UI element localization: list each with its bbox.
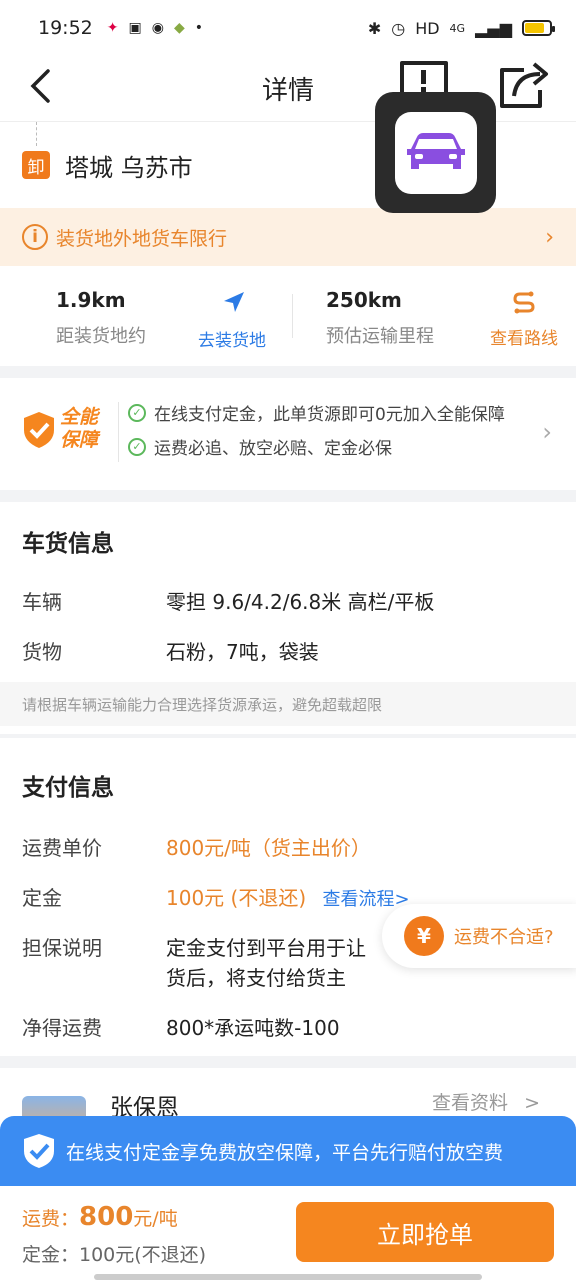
divider — [118, 402, 119, 462]
guarantee-line-text: 运费必追、放空必赔、定金必保 — [154, 439, 392, 459]
deposit-label: 定金 — [22, 886, 62, 910]
floating-car-widget[interactable] — [375, 92, 496, 213]
net-fee-label: 净得运费 — [22, 1016, 102, 1040]
app-notification-icon: ✦ — [106, 20, 119, 36]
guarantee-desc-line2: 货后，将支付给货主 — [166, 966, 346, 990]
guarantee-line: ✓ 在线支付定金，此单货源即可0元加入全能保障 — [128, 400, 505, 425]
more-dot-icon: • — [194, 20, 203, 36]
freight-price-prefix: 运费： — [22, 1208, 80, 1230]
goods-value: 石粉，7吨，袋装 — [166, 640, 319, 664]
freight-price-unit: 元/吨 — [133, 1208, 178, 1230]
banner-text: 在线支付定金享免费放空保障，平台先行赔付放空费 — [66, 1141, 504, 1164]
signal-icon: ▂▄▆ — [475, 18, 512, 38]
status-bar: 19:52 ✦ ▣ ◉ ◆ • ✱ ◷ HD 4G ▂▄▆ — [0, 0, 576, 56]
bottom-action-bar: 运费：800元/吨 定金：100元(不退还) 立即抢单 — [0, 1186, 576, 1280]
shield-check-icon — [24, 1134, 54, 1168]
bluetooth-icon: ✱ — [367, 18, 382, 38]
view-profile-text: 查看资料 — [432, 1092, 509, 1114]
go-loading-link[interactable]: 去装货地 — [198, 326, 266, 351]
route-connector — [36, 122, 37, 146]
status-time: 19:52 — [38, 17, 93, 39]
net-fee-value: 800*承运吨数-100 — [166, 1016, 340, 1040]
notice-text: 装货地外地货车限行 — [56, 227, 228, 250]
cargo-tip: 请根据车辆运输能力合理选择货源承运，避免超载超限 — [0, 682, 576, 726]
chevron-right-icon: › — [545, 224, 554, 250]
guarantee-badge-line2: 保障 — [60, 429, 99, 451]
fee-negotiate-button[interactable]: ¥ 运费不合适? — [382, 904, 576, 968]
goods-label: 货物 — [22, 640, 62, 664]
info-icon: i — [22, 224, 48, 250]
yuan-coin-icon: ¥ — [404, 916, 444, 956]
notification-icons: ✦ ▣ ◉ ◆ • — [107, 20, 203, 36]
share-icon — [500, 62, 548, 108]
fee-negotiate-text: 运费不合适? — [454, 927, 554, 948]
check-icon: ✓ — [128, 403, 146, 422]
section-title: 支付信息 — [22, 775, 114, 801]
unit-price-label: 运费单价 — [22, 836, 102, 860]
restriction-notice[interactable]: i 装货地外地货车限行 › — [0, 208, 576, 266]
guarantee-desc-label: 担保说明 — [22, 936, 102, 960]
route-icon[interactable] — [512, 290, 536, 314]
signal-label: 4G — [449, 21, 466, 35]
cargo-info-section: 车货信息 车辆 零担 9.6/4.2/6.8米 高栏/平板 货物 石粉，7吨，袋… — [0, 502, 576, 734]
distance-panel: 1.9km 距装货地约 去装货地 250km 预估运输里程 查看路线 — [0, 266, 576, 366]
deposit-summary: 定金：100元(不退还) — [22, 1244, 207, 1266]
bus-icon: ▣ — [128, 20, 142, 36]
view-route-link[interactable]: 查看路线 — [490, 324, 558, 349]
route-distance-value: 250km — [326, 288, 402, 312]
chevron-right-icon: › — [542, 418, 552, 446]
chevron-right-icon: > — [524, 1092, 540, 1114]
guarantee-panel[interactable]: 全能 保障 ✓ 在线支付定金，此单货源即可0元加入全能保障 ✓ 运费必追、放空必… — [0, 378, 576, 490]
loading-distance-label: 距装货地约 — [56, 326, 146, 347]
back-button[interactable] — [20, 66, 60, 106]
guarantee-line: ✓ 运费必追、放空必赔、定金必保 — [128, 434, 392, 459]
shield-check-icon — [24, 412, 54, 448]
home-indicator[interactable] — [94, 1274, 482, 1280]
view-profile-link[interactable]: 查看资料 > — [432, 1088, 540, 1115]
battery-icon — [522, 20, 555, 36]
view-process-link[interactable]: 查看流程> — [323, 889, 410, 910]
network-label: HD — [415, 18, 440, 38]
shopping-icon: ◆ — [173, 20, 185, 36]
guarantee-badge-text: 全能 保障 — [60, 406, 98, 452]
grab-order-button[interactable]: 立即抢单 — [296, 1202, 554, 1262]
deposit-value: 100元 (不退还) — [166, 886, 307, 910]
share-button[interactable] — [496, 58, 552, 110]
unload-location: 塔城 乌苏市 — [65, 153, 193, 182]
freight-price-value: 800 — [79, 1202, 134, 1232]
guarantee-desc-line1: 定金支付到平台用于让 — [166, 936, 366, 960]
unload-badge: 卸 — [22, 151, 50, 179]
vehicle-label: 车辆 — [22, 590, 62, 614]
section-title: 车货信息 — [22, 531, 114, 557]
route-distance-label: 预估运输里程 — [326, 326, 434, 347]
guarantee-badge-line1: 全能 — [60, 406, 99, 428]
wechat-icon: ◉ — [151, 20, 164, 36]
car-icon — [406, 132, 465, 169]
alarm-icon: ◷ — [391, 18, 406, 38]
divider — [292, 294, 293, 338]
freight-price: 运费：800元/吨 — [22, 1202, 178, 1232]
guarantee-line-text: 在线支付定金，此单货源即可0元加入全能保障 — [154, 405, 505, 425]
check-icon: ✓ — [128, 437, 146, 456]
unit-price-value: 800元/吨（货主出价） — [166, 836, 371, 860]
payment-info-section: 支付信息 运费单价 800元/吨（货主出价） 定金 100元 (不退还) 查看流… — [0, 738, 576, 1056]
guarantee-banner[interactable]: 在线支付定金享免费放空保障，平台先行赔付放空费 — [0, 1116, 576, 1186]
navigation-arrow-icon[interactable] — [222, 290, 246, 314]
guarantee-badge: 全能 保障 — [22, 406, 112, 456]
chevron-left-icon — [30, 69, 50, 103]
loading-distance-value: 1.9km — [56, 288, 126, 312]
vehicle-value: 零担 9.6/4.2/6.8米 高栏/平板 — [166, 590, 435, 614]
